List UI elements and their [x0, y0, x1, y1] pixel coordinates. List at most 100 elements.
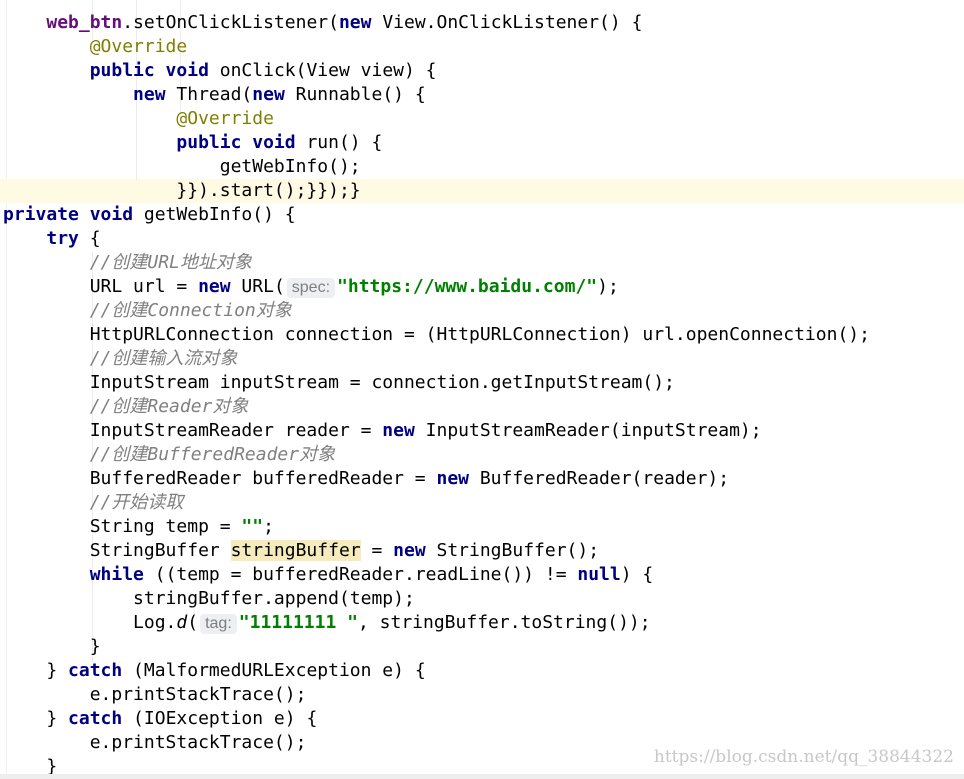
code-line[interactable]: stringBuffer.append(temp);	[3, 587, 870, 611]
code-line[interactable]: getWebInfo();	[3, 155, 870, 179]
code-token: InputStream inputStream = connection.get…	[3, 372, 675, 393]
code-line[interactable]: } catch (IOException e) {	[3, 707, 870, 731]
string-literal: "11111111 "	[238, 612, 358, 633]
code-line[interactable]: public void run() {	[3, 131, 870, 155]
parameter-hint: spec:	[286, 278, 336, 298]
annotation-token: @Override	[89, 36, 188, 57]
code-token: InputStreamReader(inputStream);	[414, 420, 762, 441]
code-line[interactable]: InputStreamReader reader = new InputStre…	[3, 419, 870, 443]
comment-token: //开始读取	[89, 492, 184, 513]
code-token: (IOException e) {	[122, 708, 318, 729]
code-line[interactable]: BufferedReader bufferedReader = new Buff…	[3, 467, 870, 491]
keyword-token: null	[577, 564, 621, 585]
keyword-token: while	[89, 564, 144, 585]
code-token: );	[597, 276, 619, 297]
code-line[interactable]: public void onClick(View view) {	[3, 59, 870, 83]
keyword-token: public void	[176, 132, 296, 153]
code-token: BufferedReader(reader);	[469, 468, 730, 489]
code-token: URL url =	[3, 276, 199, 297]
code-line[interactable]: //创建BufferedReader对象	[3, 443, 870, 467]
keyword-token: private void	[3, 204, 134, 225]
keyword-token: try	[46, 228, 79, 249]
comment-token: //创建Connection对象	[89, 300, 292, 321]
keyword-token: new	[133, 84, 166, 105]
code-line[interactable]: }	[3, 635, 870, 659]
code-line[interactable]: web_btn.setOnClickListener(new View.OnCl…	[3, 11, 870, 35]
code-token: Thread(	[165, 84, 253, 105]
code-line[interactable]: URL url = new URL(spec: "https://www.baid…	[3, 275, 870, 299]
code-token: StringBuffer	[3, 540, 231, 561]
code-line[interactable]: while ((temp = bufferedReader.readLine()…	[3, 563, 870, 587]
code-line[interactable]: StringBuffer stringBuffer = new StringBu…	[3, 539, 870, 563]
code-token: ((temp = bufferedReader.readLine()) !=	[143, 564, 578, 585]
code-token: getWebInfo() {	[133, 204, 296, 225]
code-line[interactable]: InputStream inputStream = connection.get…	[3, 371, 870, 395]
keyword-token: catch	[68, 708, 123, 729]
string-literal: "https://www.baidu.com/"	[337, 276, 598, 297]
code-line[interactable]: HttpURLConnection connection = (HttpURLC…	[3, 323, 870, 347]
keyword-token: new	[393, 540, 426, 561]
code-line[interactable]: e.printStackTrace();	[3, 683, 870, 707]
code-token: onClick(View view) {	[208, 60, 437, 81]
keyword-token: new	[198, 276, 231, 297]
code-text-area[interactable]: web_btn.setOnClickListener(new View.OnCl…	[3, 11, 870, 779]
code-line[interactable]: }}).start();}});}	[3, 179, 870, 203]
comment-token: //创建URL地址对象	[89, 252, 252, 273]
code-token: InputStreamReader reader =	[3, 420, 383, 441]
horizontal-scrollbar[interactable]	[0, 774, 964, 779]
code-token: (MalformedURLException e) {	[122, 660, 426, 681]
code-token: ) {	[620, 564, 654, 585]
code-line[interactable]: @Override	[3, 35, 870, 59]
code-line[interactable]: String temp = "";	[3, 515, 870, 539]
code-line[interactable]: try {	[3, 227, 870, 251]
keyword-token: catch	[68, 660, 123, 681]
code-line[interactable]: //开始读取	[3, 491, 870, 515]
code-line[interactable]: private void getWebInfo() {	[3, 203, 870, 227]
code-token: View.OnClickListener() {	[371, 12, 643, 33]
watermark-text: https://blog.csdn.net/qq_38844322	[653, 747, 954, 767]
code-token: getWebInfo();	[3, 156, 361, 177]
code-token: }}).start();}});}	[3, 180, 361, 201]
code-line[interactable]: //创建Connection对象	[3, 299, 870, 323]
code-token: BufferedReader bufferedReader =	[3, 468, 437, 489]
keyword-token: new	[252, 84, 285, 105]
code-line[interactable]: //创建URL地址对象	[3, 251, 870, 275]
code-line[interactable]: Log.d(tag: "11111111 ", stringBuffer.toSt…	[3, 611, 870, 635]
code-token: StringBuffer();	[425, 540, 600, 561]
keyword-token: new	[382, 420, 415, 441]
code-line[interactable]: new Thread(new Runnable() {	[3, 83, 870, 107]
code-token: URL(	[230, 276, 285, 297]
code-token: (	[187, 612, 199, 633]
code-line[interactable]: //创建输入流对象	[3, 347, 870, 371]
comment-token: //创建BufferedReader对象	[89, 444, 336, 465]
code-line[interactable]: //创建Reader对象	[3, 395, 870, 419]
code-token: e.printStackTrace();	[3, 684, 307, 705]
code-token: HttpURLConnection connection = (HttpURLC…	[3, 324, 870, 345]
italic-method-token: d	[176, 612, 188, 633]
code-editor[interactable]: web_btn.setOnClickListener(new View.OnCl…	[0, 0, 964, 779]
string-literal: ""	[241, 516, 264, 537]
code-token: =	[360, 540, 394, 561]
code-token: }	[3, 708, 69, 729]
code-line[interactable]: @Override	[3, 107, 870, 131]
parameter-hint: tag:	[200, 614, 237, 634]
code-line[interactable]: } catch (MalformedURLException e) {	[3, 659, 870, 683]
keyword-token: new	[338, 12, 372, 33]
code-token: String temp =	[3, 516, 242, 537]
code-token: .setOnClickListener(	[122, 12, 339, 33]
keyword-token: public void	[89, 60, 209, 81]
code-token: Log.	[3, 612, 177, 633]
annotation-token: @Override	[176, 108, 274, 129]
